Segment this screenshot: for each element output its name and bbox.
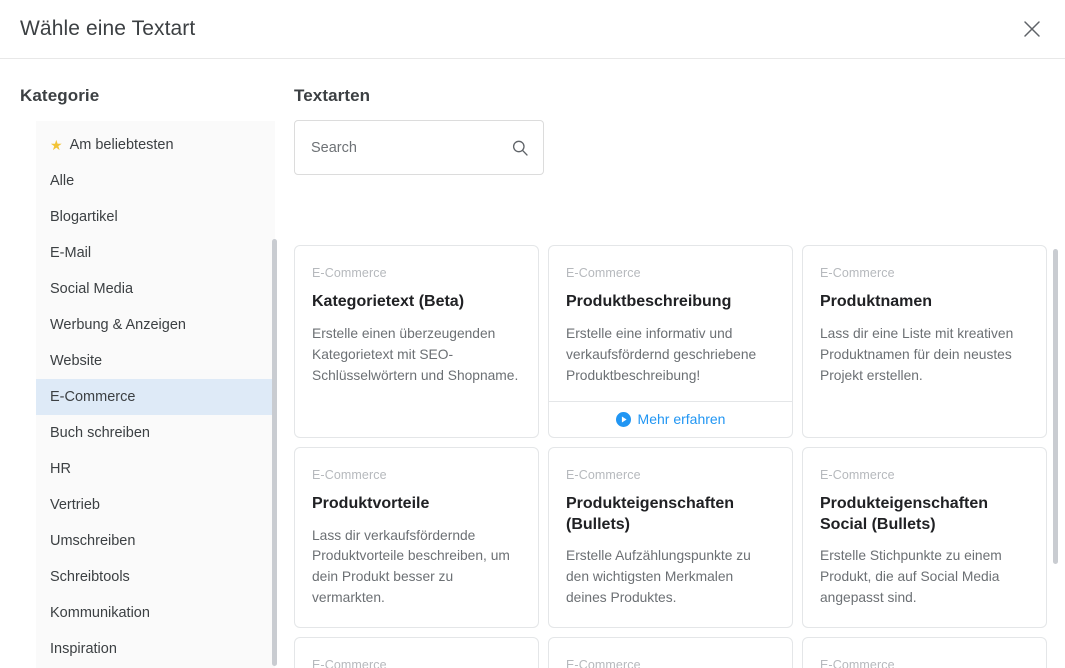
text-type-card[interactable]: E-Commerce Produktnamen Lass dir eine List… xyxy=(802,245,1047,438)
sidebar-item-buch-schreiben[interactable]: Buch schreiben xyxy=(36,415,275,451)
text-type-card[interactable]: E-Commerce Produktvorteile Lass dir verkau… xyxy=(294,446,539,628)
text-type-card[interactable]: E-Commerce Produkteigenschaften Social (B… xyxy=(802,446,1047,628)
sidebar-item-werbung-anzeigen[interactable]: Werbung & Anzeigen xyxy=(36,307,275,343)
card-title: Kategorietext (Beta) xyxy=(312,293,465,310)
sidebar-item-label: Werbung & Anzeigen xyxy=(50,317,186,333)
card-category-label: E-Commerce xyxy=(312,657,387,668)
text-type-card[interactable]: E-Commerce Produktbeschreibung Erstelle ei… xyxy=(548,245,793,438)
sidebar-item-e-mail[interactable]: E-Mail xyxy=(36,235,275,271)
card-body: E-Commerce Produktvorteile Lass dir verkau… xyxy=(295,448,538,627)
card-body: E-CommerceAmazon Produktbeschreibung xyxy=(549,638,792,668)
sidebar-item-inspiration[interactable]: Inspiration xyxy=(36,631,275,667)
sidebar-item-label: Umschreiben xyxy=(50,533,136,549)
sidebar-item-label: Buch schreiben xyxy=(50,425,150,441)
sidebar-item-alle[interactable]: Alle xyxy=(36,163,275,199)
sidebar-item-label: HR xyxy=(50,461,71,477)
text-types-header: Textarten xyxy=(294,86,1065,175)
card-category-label: E-Commerce xyxy=(312,266,387,280)
search-input[interactable] xyxy=(309,138,529,157)
sidebar-item-blogartikel[interactable]: Blogartikel xyxy=(36,199,275,235)
text-types-heading: Textarten xyxy=(294,86,371,105)
card-description: Erstelle einen überzeugenden Kategoriete… xyxy=(312,325,519,383)
card-title: Produktbeschreibung xyxy=(566,293,732,310)
category-list-wrapper: ★ Am beliebtesten Alle Blogartikel E-Mail Soc… xyxy=(36,121,275,668)
close-icon[interactable] xyxy=(1015,12,1049,46)
text-types-scrollbar[interactable] xyxy=(1053,249,1058,564)
sidebar-item-label: E-Mail xyxy=(50,245,92,261)
text-types-grid: E-Commerce Kategorietext (Beta) Erstelle e… xyxy=(294,245,1065,668)
search-box[interactable] xyxy=(294,120,544,175)
card-title: Produkteigenschaften Social (Bullets) xyxy=(820,494,989,533)
sidebar-item-label: Social Media xyxy=(50,281,134,297)
sidebar-heading: Kategorie xyxy=(20,86,100,105)
sidebar-item-schreibtools[interactable]: Schreibtools xyxy=(36,559,275,595)
search-icon[interactable] xyxy=(511,139,529,162)
card-body: E-Commerce Kategorietext (Beta) Erstelle e… xyxy=(295,246,538,437)
card-body: E-Commerce Produktnamen Lass dir eine List… xyxy=(803,246,1046,437)
text-type-card[interactable]: E-CommerceAmazon Produktbeschreibung xyxy=(548,636,793,668)
card-title: Produktvorteile xyxy=(312,494,430,512)
sidebar-item-am-beliebtesten[interactable]: ★ Am beliebtesten xyxy=(36,127,275,163)
text-type-card[interactable]: E-CommerceAmazon ProdukttitelErstelle au… xyxy=(294,636,539,668)
card-category-label: E-Commerce xyxy=(820,467,895,482)
text-types-panel: Textarten E-Commerce Kategorietext (Beta)… xyxy=(294,59,1065,668)
sidebar-item-label: Am beliebtesten xyxy=(69,137,174,153)
search-glyph xyxy=(512,140,528,156)
sidebar-item-label: Inspiration xyxy=(50,641,117,657)
card-category-label: E-Commerce xyxy=(566,467,641,482)
text-type-card[interactable]: E-Commerce Produkteigenschaften (Bullets)… xyxy=(548,446,793,628)
card-category-label: E-Commerce xyxy=(820,657,895,668)
choose-text-type-dialog: Wähle eine Textart Kategorie ★ Am beliebt… xyxy=(0,0,1065,668)
sidebar-scrollbar[interactable] xyxy=(272,239,277,666)
card-category-label: E-Commerce xyxy=(820,266,895,280)
card-description: Lass dir verkaufsfördernde Produktvortei… xyxy=(312,527,510,606)
sidebar-item-label: Vertrieb xyxy=(50,497,100,513)
card-description: Erstelle Stichpunkte zu einem Produkt, d… xyxy=(820,548,1002,606)
close-glyph xyxy=(1024,21,1040,37)
card-title: Produktnamen xyxy=(820,293,933,310)
card-title: Produkteigenschaften (Bullets) xyxy=(566,494,735,533)
sidebar-item-vertrieb[interactable]: Vertrieb xyxy=(36,487,275,523)
sidebar-item-label: Schreibtools xyxy=(50,569,130,585)
dialog-header: Wähle eine Textart xyxy=(0,0,1065,59)
text-type-card[interactable]: E-CommerceAntwort auf BewertungenErstell… xyxy=(802,636,1047,668)
card-body: E-Commerce Produktbeschreibung Erstelle ei… xyxy=(549,246,792,401)
category-sidebar: Kategorie ★ Am beliebtesten Alle Blogartike… xyxy=(0,59,294,668)
card-description: Erstelle eine informativ und verkaufsför… xyxy=(566,325,757,383)
sidebar-item-label: Alle xyxy=(50,173,75,189)
card-description: Erstelle Aufzählungspunkte zu den wichti… xyxy=(566,548,751,606)
card-body: E-CommerceAmazon ProdukttitelErstelle au… xyxy=(295,638,538,668)
sidebar-item-kommunikation[interactable]: Kommunikation xyxy=(36,595,275,631)
sidebar-item-hr[interactable]: HR xyxy=(36,451,275,487)
page-title: Wähle eine Textart xyxy=(20,17,196,40)
learn-more-button[interactable]: Mehr erfahren xyxy=(549,400,792,437)
sidebar-item-social-media[interactable]: Social Media xyxy=(36,271,275,307)
card-body: E-Commerce Produkteigenschaften Social (B… xyxy=(803,448,1046,627)
card-description: Lass dir eine Liste mit kreativen Produk… xyxy=(820,325,1014,383)
sidebar-item-label: Kommunikation xyxy=(50,605,150,621)
sidebar-item-label: E-Commerce xyxy=(50,389,136,405)
sidebar-item-e-commerce[interactable]: E-Commerce xyxy=(36,379,275,415)
star-icon: ★ xyxy=(50,137,63,153)
sidebar-item-umschreiben[interactable]: Umschreiben xyxy=(36,523,275,559)
card-body: E-Commerce Produkteigenschaften (Bullets)… xyxy=(549,448,792,627)
text-types-scroll-area[interactable]: E-Commerce Kategorietext (Beta) Erstelle e… xyxy=(294,245,1065,668)
card-category-label: E-Commerce xyxy=(566,266,641,280)
sidebar-item-label: Website xyxy=(50,353,103,369)
learn-more-label: Mehr erfahren xyxy=(637,411,726,428)
card-category-label: E-Commerce xyxy=(566,657,641,668)
play-circle-icon xyxy=(615,411,631,427)
category-list[interactable]: ★ Am beliebtesten Alle Blogartikel E-Mail Soc… xyxy=(36,121,275,668)
dialog-body: Kategorie ★ Am beliebtesten Alle Blogartike… xyxy=(0,59,1065,668)
card-body: E-CommerceAntwort auf BewertungenErstell… xyxy=(803,638,1046,668)
sidebar-item-website[interactable]: Website xyxy=(36,343,275,379)
sidebar-item-label: Blogartikel xyxy=(50,209,118,225)
text-type-card[interactable]: E-Commerce Kategorietext (Beta) Erstelle e… xyxy=(294,245,539,438)
card-category-label: E-Commerce xyxy=(312,467,387,482)
